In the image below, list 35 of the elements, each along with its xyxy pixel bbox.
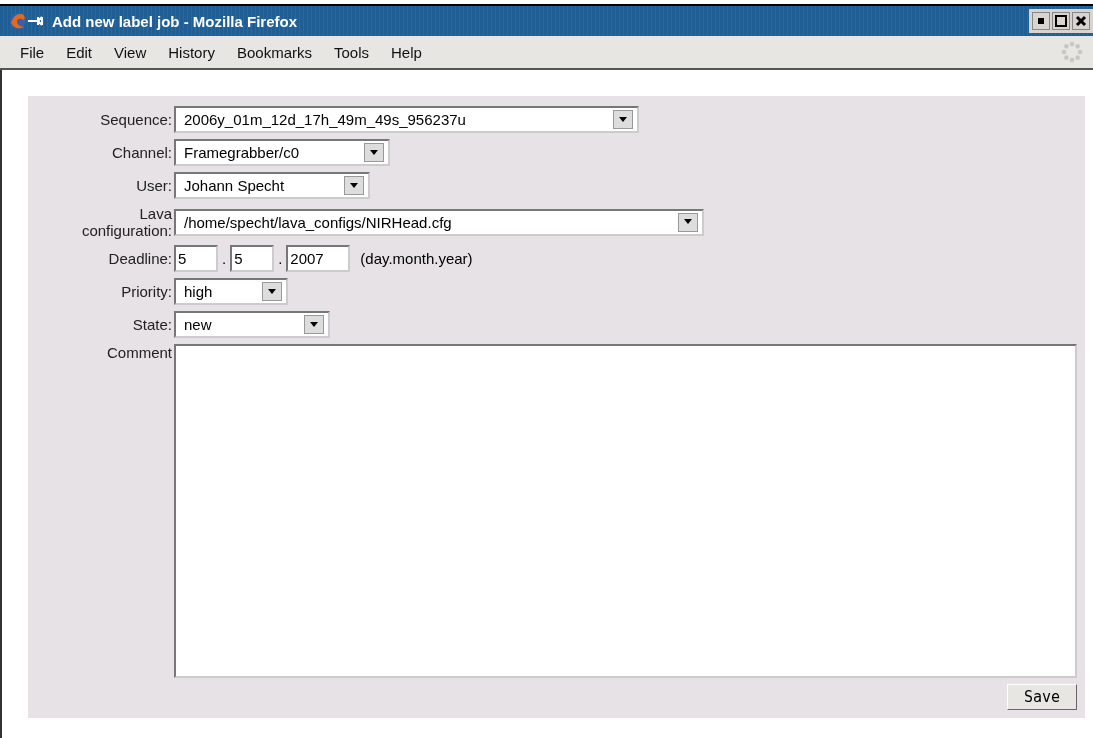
menu-item[interactable]: Tools — [332, 41, 371, 63]
menu-item[interactable]: Help — [389, 41, 424, 63]
menu-item[interactable]: File — [18, 41, 47, 63]
throbber-icon — [1061, 41, 1083, 63]
field-label: Comment — [105, 344, 173, 361]
day-field[interactable]: 5 — [174, 245, 218, 272]
save-button[interactable]: Save — [1006, 684, 1077, 710]
date-separator: . — [222, 250, 227, 267]
field-label: User: — [135, 177, 173, 194]
dropdown[interactable]: /home/specht/lava_configs/NIRHead.cfg — [174, 208, 704, 236]
year-field[interactable]: 2007 — [286, 245, 351, 272]
field-label: Channel: — [110, 144, 173, 161]
menu-item[interactable]: Bookmarks — [234, 41, 314, 63]
minimize-button[interactable] — [1032, 12, 1050, 30]
date-separator: . — [278, 250, 283, 267]
field-label: State: — [131, 316, 173, 333]
maximize-button[interactable] — [1052, 12, 1070, 30]
field-label: Lava configuration: — [80, 205, 173, 239]
dropdown[interactable]: Johann Specht — [174, 172, 370, 199]
field-label: Sequence: — [99, 111, 173, 128]
field-label: Priority: — [120, 283, 173, 300]
month-field[interactable]: 5 — [230, 245, 275, 272]
dropdown[interactable]: Framegrabber/c0 — [174, 139, 390, 166]
dropdown[interactable]: high — [174, 278, 288, 305]
date-format-hint: (day.month.year) — [360, 250, 473, 267]
dropdown[interactable]: new — [174, 311, 330, 338]
menu-item[interactable]: View — [112, 41, 149, 63]
close-icon — [1075, 15, 1087, 27]
close-button[interactable] — [1072, 12, 1090, 30]
menu-item[interactable]: Edit — [64, 41, 95, 63]
window-title: Add new label job - Mozilla Firefox — [52, 12, 298, 30]
comment-field[interactable] — [174, 344, 1077, 678]
menu-item[interactable]: History — [166, 41, 217, 63]
field-label: Deadline: — [107, 250, 173, 267]
dropdown[interactable]: 2006y_01m_12d_17h_49m_49s_956237u — [174, 106, 639, 133]
